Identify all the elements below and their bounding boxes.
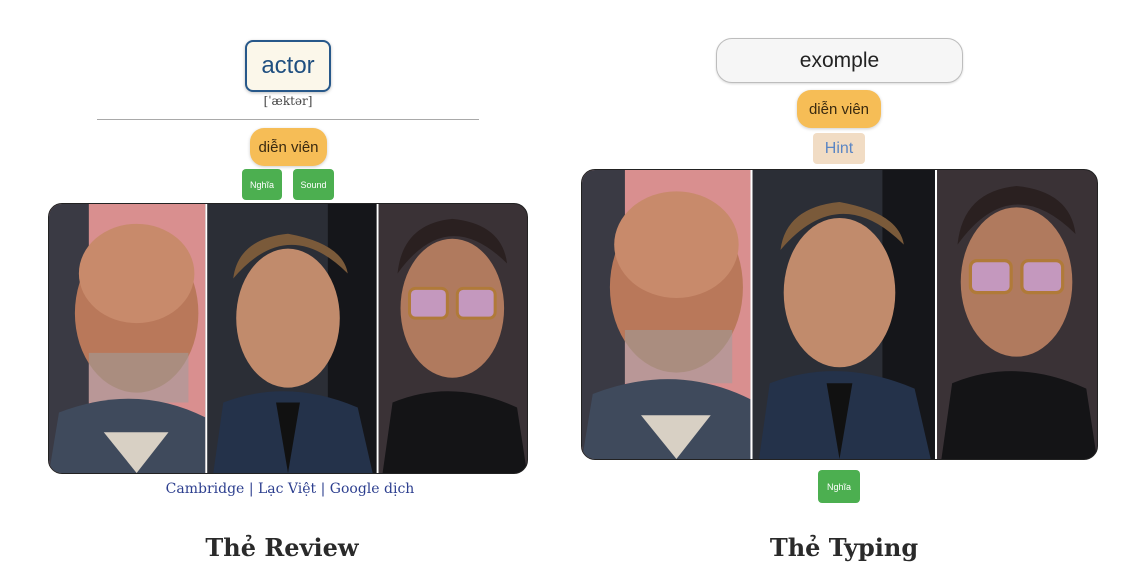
answer-input[interactable]: [716, 38, 963, 83]
link-separator: |: [320, 481, 326, 497]
pronunciation-ipa: [ˈæktər]: [263, 94, 313, 108]
meaning-pill: diễn viên: [250, 128, 327, 166]
divider: [97, 119, 479, 120]
link-cambridge[interactable]: Cambridge: [166, 481, 245, 497]
dictionary-links: Cambridge | Lạc Việt | Google dịch: [140, 481, 440, 497]
link-separator: |: [248, 481, 254, 497]
hint-button[interactable]: Hint: [813, 133, 865, 164]
sound-button[interactable]: Sound: [293, 169, 334, 200]
meaning-button[interactable]: Nghĩa: [242, 169, 282, 200]
actors-image: [581, 169, 1098, 460]
link-google-translate[interactable]: Google dịch: [330, 481, 415, 497]
word-display: actor: [245, 40, 331, 92]
meaning-pill: diễn viên: [797, 90, 881, 128]
actors-image: [48, 203, 528, 474]
meaning-button[interactable]: Nghĩa: [818, 470, 860, 503]
caption-typing: Thẻ Typing: [769, 533, 919, 562]
caption-review: Thẻ Review: [205, 533, 359, 562]
link-lac-viet[interactable]: Lạc Việt: [258, 481, 316, 497]
